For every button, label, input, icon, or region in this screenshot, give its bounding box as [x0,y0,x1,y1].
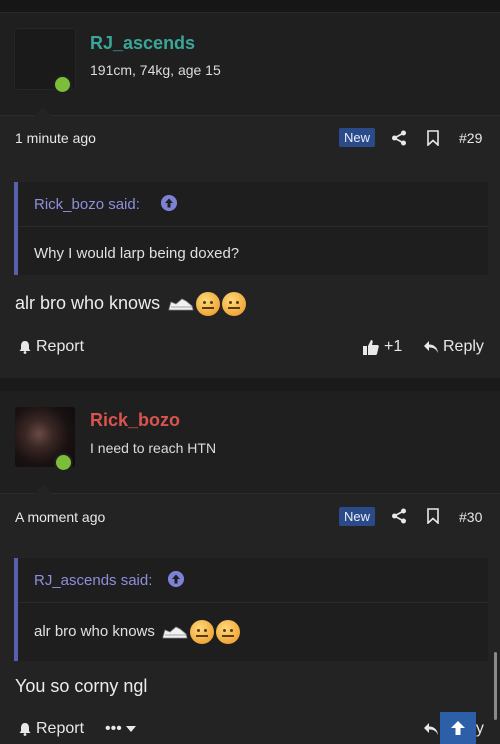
quote-text: Why I would larp being doxed? [34,245,240,262]
online-status-icon [53,75,72,94]
quote-author[interactable]: RJ_ascends said: [34,572,152,589]
arrow-up-icon [451,721,465,735]
post-number[interactable]: #30 [459,509,482,525]
more-options-button[interactable]: ••• [105,720,136,738]
user-title: 191cm, 74kg, age 15 [90,62,221,78]
new-badge: New [339,128,376,147]
report-button[interactable]: Report [18,720,84,738]
post-separator [0,378,500,391]
scrollbar[interactable] [494,652,497,720]
reply-label: Reply [443,338,484,355]
bookmark-icon[interactable] [427,130,439,146]
chevron-down-icon [125,726,136,732]
user-block: RJ_ascends 191cm, 74kg, age 15 [0,13,500,116]
neutral-face-emoji-icon [222,292,247,316]
username[interactable]: Rick_bozo [90,410,180,431]
user-block: Rick_bozo I need to reach HTN [0,391,500,494]
neutral-face-emoji-icon [190,620,215,644]
share-icon[interactable] [391,130,407,146]
quote-text: alr bro who knows [34,622,155,640]
like-count: +1 [384,338,403,355]
user-block-pointer [34,485,52,494]
sneaker-emoji-icon [162,626,188,639]
quote-block: RJ_ascends said: alr bro who knows [14,558,488,661]
like-button[interactable]: +1 [362,338,402,356]
bell-icon [19,723,31,736]
quote-header: Rick_bozo said: [18,182,488,227]
quote-text-row: alr bro who knows [34,620,241,644]
post-time[interactable]: A moment ago [15,509,105,525]
emoji-group [168,292,247,316]
quote-header: RJ_ascends said: [18,558,488,603]
post-text: alr bro who knows [15,292,161,313]
reply-icon [424,723,438,735]
post-text: You so corny ngl [15,676,148,696]
thumbs-up-icon [363,340,379,355]
post-number[interactable]: #29 [459,130,482,146]
online-status-icon [54,453,73,472]
report-button[interactable]: Report [18,338,84,356]
quote-author[interactable]: Rick_bozo said: [34,196,140,213]
report-label: Report [36,338,85,355]
bell-icon [19,341,31,354]
emoji-group [162,620,241,644]
user-title: I need to reach HTN [90,440,217,456]
reply-button[interactable]: Reply [423,338,484,356]
share-icon[interactable] [391,508,407,524]
post-29: RJ_ascends 191cm, 74kg, age 15 1 minute … [0,13,500,378]
sneaker-emoji-icon [168,298,194,311]
quote-block: Rick_bozo said: Why I would larp being d… [14,182,488,275]
report-label: Report [36,720,85,737]
top-bar [0,0,500,13]
post-time[interactable]: 1 minute ago [15,130,96,146]
bookmark-icon[interactable] [427,508,439,524]
more-dots-icon: ••• [105,720,122,737]
go-to-quote-icon[interactable] [161,195,177,211]
reply-icon [424,341,438,353]
scroll-to-top-button[interactable] [440,712,476,744]
username[interactable]: RJ_ascends [90,33,195,54]
neutral-face-emoji-icon [216,620,241,644]
new-badge: New [339,507,376,526]
neutral-face-emoji-icon [196,292,221,316]
post-content: alr bro who knows [15,292,247,316]
post-30: Rick_bozo I need to reach HTN A moment a… [0,391,500,744]
user-block-pointer [34,107,52,116]
go-to-quote-icon[interactable] [168,571,184,587]
